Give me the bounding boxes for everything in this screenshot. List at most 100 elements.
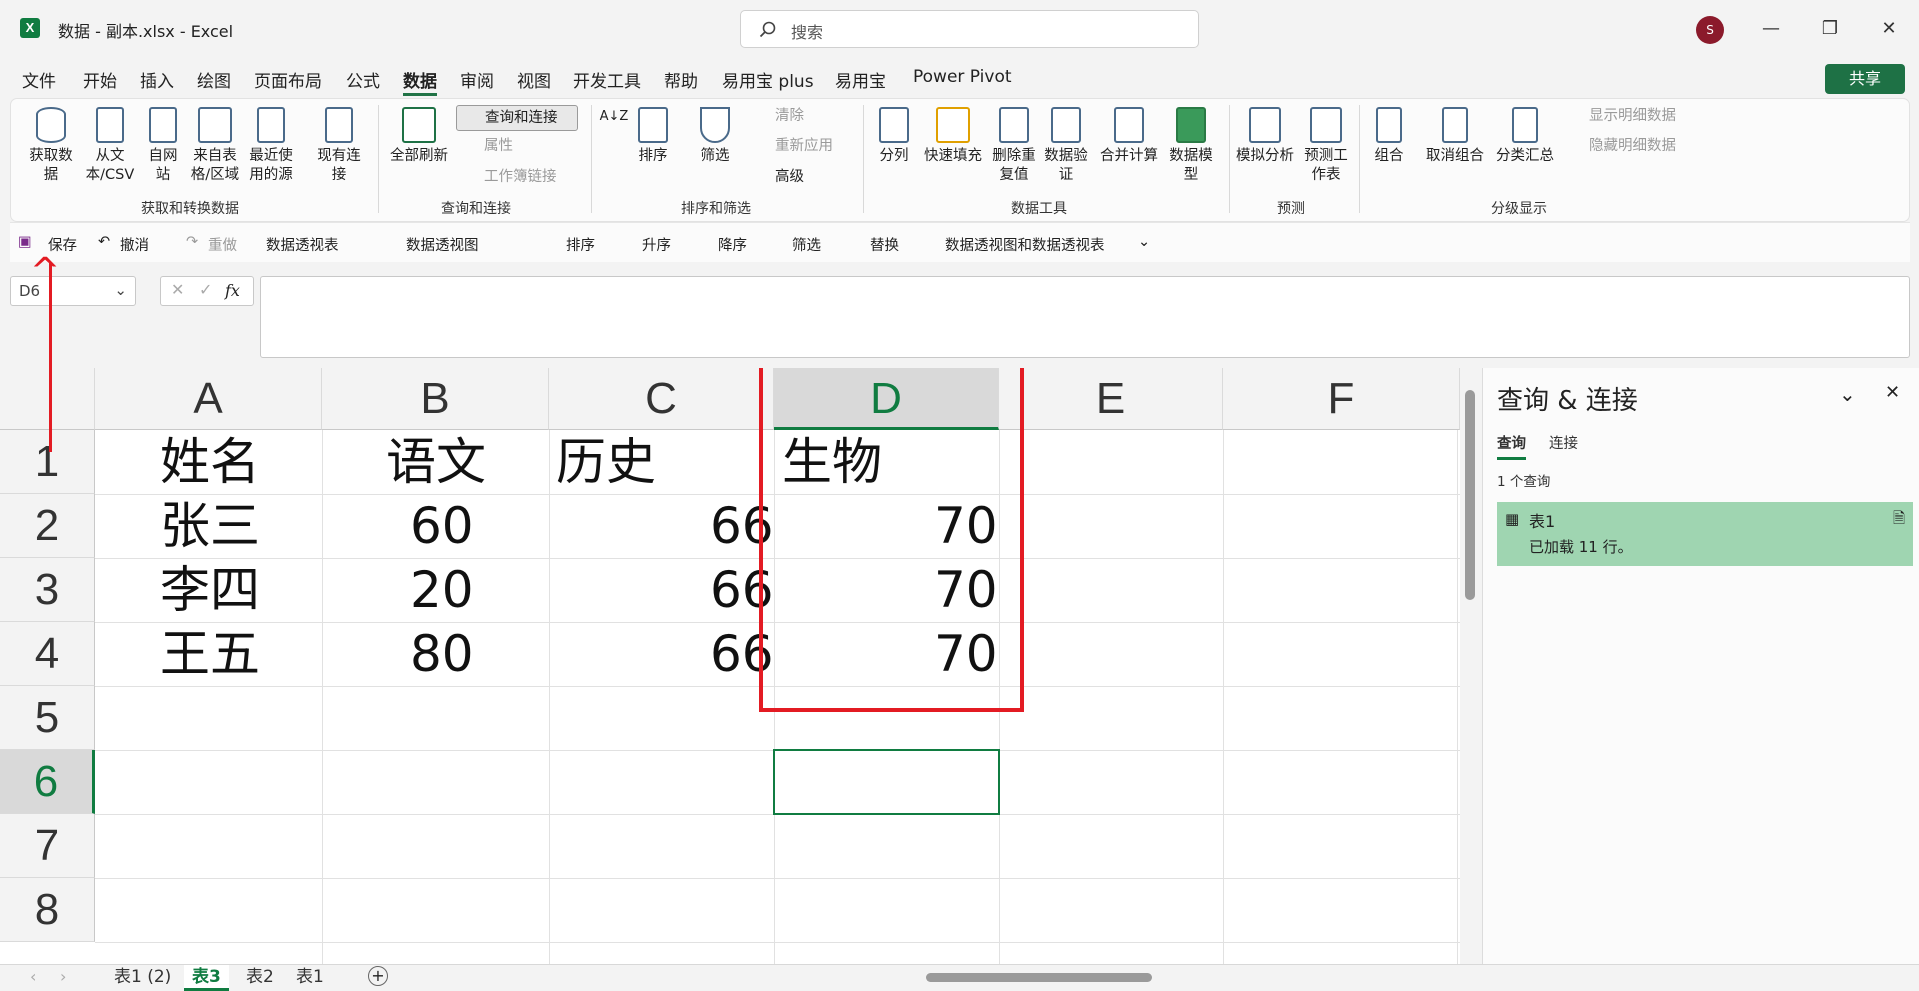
from-web-button[interactable]: 自网站 (143, 107, 183, 185)
column-header-f[interactable]: F (1223, 368, 1460, 430)
chevron-down-icon[interactable]: ⌄ (1839, 382, 1856, 406)
data-validation-button[interactable]: 数据验证 (1041, 107, 1091, 185)
row-header-1[interactable]: 1 (0, 430, 95, 494)
cancel-icon[interactable]: ✕ (171, 280, 184, 299)
scroll-thumb[interactable] (926, 973, 1152, 982)
cell-b2[interactable]: 60 (410, 494, 474, 558)
row-header-4[interactable]: 4 (0, 622, 95, 686)
column-header-b[interactable]: B (322, 368, 549, 430)
existing-connections-button[interactable]: 现有连接 (317, 107, 361, 185)
close-button[interactable]: ✕ (1874, 14, 1904, 44)
forecast-sheet-button[interactable]: 预测工作表 (1303, 107, 1349, 185)
row-header-7[interactable]: 7 (0, 814, 95, 878)
menu-file[interactable]: 文件 (22, 67, 56, 92)
menu-draw[interactable]: 绘图 (197, 67, 231, 92)
select-all-corner[interactable] (0, 368, 95, 430)
menu-view[interactable]: 视图 (517, 67, 551, 92)
row-header-8[interactable]: 8 (0, 878, 95, 942)
what-if-button[interactable]: 模拟分析 (1233, 107, 1297, 166)
undo-button[interactable]: 撤消 (120, 234, 149, 255)
qat-more-icon[interactable]: ⌄ (1138, 234, 1150, 250)
add-sheet-icon[interactable]: + (368, 966, 388, 986)
cell-a1[interactable]: 姓名 (160, 430, 260, 494)
sort-button[interactable]: 排序 (629, 107, 677, 166)
reapply-button[interactable]: 重新应用 (775, 137, 833, 156)
enter-icon[interactable]: ✓ (199, 280, 212, 299)
prev-sheet-icon[interactable]: ‹ (30, 967, 36, 986)
subtotal-button[interactable]: 分类汇总 (1493, 107, 1557, 166)
row-header-5[interactable]: 5 (0, 686, 95, 750)
formula-input[interactable] (260, 276, 1910, 358)
name-box[interactable]: D6 ⌄ (10, 276, 136, 306)
column-header-e[interactable]: E (999, 368, 1223, 430)
flash-fill-button[interactable]: 快速填充 (921, 107, 985, 166)
row-header-3[interactable]: 3 (0, 558, 95, 622)
edit-links-button[interactable]: 工作簿链接 (484, 168, 557, 187)
clear-button[interactable]: 清除 (775, 107, 804, 126)
remove-duplicates-button[interactable]: 删除重复值 (991, 107, 1037, 185)
document-icon[interactable]: 🗎 (1893, 508, 1905, 533)
menu-help[interactable]: 帮助 (664, 67, 698, 92)
search-box[interactable]: 搜索 (740, 10, 1199, 48)
replace-button[interactable]: 替换 (870, 234, 899, 255)
cell-c1[interactable]: 历史 (556, 430, 656, 494)
row-header-6[interactable]: 6 (0, 750, 95, 814)
column-header-c[interactable]: C (549, 368, 774, 430)
menu-data[interactable]: 数据 (403, 67, 437, 92)
cell-a3[interactable]: 李四 (160, 558, 260, 622)
qat-filter-button[interactable]: 筛选 (792, 234, 821, 255)
pivot-chart-table-button[interactable]: 数据透视图和数据透视表 (945, 234, 1105, 255)
insert-function-button[interactable]: fx (225, 281, 240, 300)
share-button[interactable]: 共享 (1825, 64, 1905, 94)
hide-detail-button[interactable]: 隐藏明细数据 (1589, 137, 1676, 156)
group-button[interactable]: 组合 (1369, 107, 1409, 166)
sheet-tab-3[interactable]: 表2 (238, 965, 282, 991)
menu-page-layout[interactable]: 页面布局 (254, 67, 322, 92)
menu-insert[interactable]: 插入 (140, 67, 174, 92)
close-icon[interactable]: ✕ (1885, 382, 1900, 403)
menu-home[interactable]: 开始 (83, 67, 117, 92)
menu-power-pivot[interactable]: Power Pivot (913, 67, 1012, 87)
tab-connections[interactable]: 连接 (1549, 432, 1578, 453)
menu-review[interactable]: 审阅 (460, 67, 494, 92)
qat-sort-button[interactable]: 排序 (566, 234, 595, 255)
cell-b1[interactable]: 语文 (386, 430, 486, 494)
show-detail-button[interactable]: 显示明细数据 (1589, 107, 1676, 126)
ungroup-button[interactable]: 取消组合 (1423, 107, 1487, 166)
sort-descending-button[interactable]: 降序 (718, 234, 747, 255)
row-header-2[interactable]: 2 (0, 494, 95, 558)
text-to-columns-button[interactable]: 分列 (873, 107, 915, 166)
menu-developer[interactable]: 开发工具 (573, 67, 641, 92)
pivot-chart-button[interactable]: 数据透视图 (406, 234, 479, 255)
cell-a2[interactable]: 张三 (160, 494, 260, 558)
menu-formulas[interactable]: 公式 (346, 67, 380, 92)
data-model-button[interactable]: 数据模型 (1163, 107, 1219, 185)
pivot-table-button[interactable]: 数据透视表 (266, 234, 339, 255)
vertical-scrollbar[interactable] (1460, 368, 1480, 964)
consolidate-button[interactable]: 合并计算 (1097, 107, 1161, 166)
recent-sources-button[interactable]: 最近使用的源 (245, 107, 297, 185)
sheet-tab-1[interactable]: 表1 (2) (106, 965, 179, 991)
refresh-all-button[interactable]: 全部刷新 (387, 107, 451, 166)
filter-button[interactable]: 筛选 (693, 107, 737, 166)
menu-yiyongbao-plus[interactable]: 易用宝 plus (722, 67, 814, 92)
get-data-button[interactable]: 获取数据 (25, 107, 77, 185)
from-text-button[interactable]: 从文本/CSV (81, 107, 139, 185)
query-item[interactable]: ▦ 表1 已加载 11 行。 🗎 (1497, 502, 1913, 566)
restore-button[interactable]: ❐ (1815, 14, 1845, 44)
column-header-a[interactable]: A (95, 368, 322, 430)
cell-a4[interactable]: 王五 (160, 622, 260, 686)
properties-button[interactable]: 属性 (484, 137, 513, 156)
sort-az-button[interactable]: A↓Z (599, 107, 629, 126)
tab-queries[interactable]: 查询 (1497, 432, 1526, 460)
selected-cell-d6[interactable] (773, 749, 1000, 815)
queries-connections-button[interactable]: 查询和连接 (456, 105, 578, 131)
minimize-button[interactable]: — (1756, 14, 1786, 44)
avatar[interactable]: S (1696, 16, 1724, 44)
scroll-thumb[interactable] (1465, 390, 1475, 600)
menu-yiyongbao[interactable]: 易用宝 (835, 67, 886, 92)
sheet-tab-2[interactable]: 表3 (184, 965, 229, 991)
sort-ascending-button[interactable]: 升序 (642, 234, 671, 255)
advanced-button[interactable]: 高级 (775, 168, 804, 187)
sheet-tab-4[interactable]: 表1 (288, 965, 332, 991)
